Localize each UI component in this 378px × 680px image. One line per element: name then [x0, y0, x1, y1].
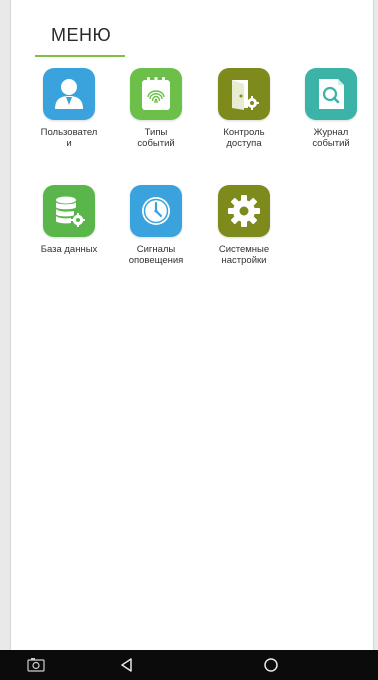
- fingerprint-calendar-icon: [130, 68, 182, 120]
- database-gear-icon: [43, 185, 95, 237]
- menu-item-system-settings[interactable]: Системные настройки: [201, 185, 287, 266]
- menu-item-label: Контроль доступа: [223, 127, 265, 149]
- door-gear-icon: [218, 68, 270, 120]
- menu-item-event-log[interactable]: Журнал событий: [288, 68, 373, 149]
- menu-item-alarms[interactable]: Сигналы оповещения: [113, 185, 199, 266]
- clock-icon: [130, 185, 182, 237]
- menu-screen: МЕНЮ Пользовател и Типы событий Контроль…: [10, 0, 374, 650]
- home-button[interactable]: [251, 650, 291, 680]
- menu-item-label: Типы событий: [137, 127, 175, 149]
- back-button[interactable]: [107, 650, 147, 680]
- menu-item-event-types[interactable]: Типы событий: [113, 68, 199, 149]
- system-navbar: [0, 650, 378, 680]
- menu-tab[interactable]: МЕНЮ: [35, 22, 125, 57]
- user-icon: [43, 68, 95, 120]
- menu-item-label: Журнал событий: [312, 127, 350, 149]
- menu-item-label: Системные настройки: [218, 244, 270, 266]
- menu-item-database[interactable]: База данных: [26, 185, 112, 255]
- screenshot-button[interactable]: [16, 650, 56, 680]
- search-document-icon: [305, 68, 357, 120]
- gear-icon: [218, 185, 270, 237]
- menu-item-access-control[interactable]: Контроль доступа: [201, 68, 287, 149]
- menu-item-users[interactable]: Пользовател и: [26, 68, 112, 149]
- menu-item-label: Сигналы оповещения: [128, 244, 184, 266]
- page-title: МЕНЮ: [51, 25, 112, 45]
- menu-item-label: База данных: [40, 244, 98, 255]
- menu-item-label: Пользовател и: [40, 127, 98, 149]
